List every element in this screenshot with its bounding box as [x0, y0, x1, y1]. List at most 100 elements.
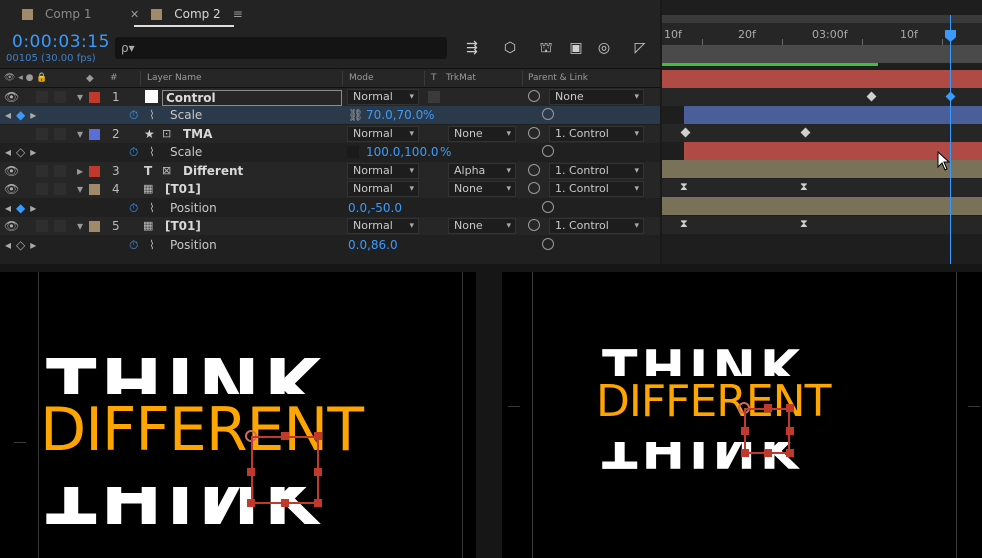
twirl-down-icon[interactable]: ▾ [77, 182, 83, 196]
layer-name-edit[interactable]: Control [162, 90, 342, 106]
stopwatch-icon[interactable]: ⏱ [129, 238, 138, 253]
parent-dropdown[interactable]: 1. Control ▾ [549, 218, 644, 234]
track-layer-4-position[interactable]: ⧗ ⧗ [662, 179, 982, 197]
blend-mode-dropdown[interactable]: Normal ▾ [347, 89, 419, 105]
parent-dropdown[interactable]: 1. Control ▾ [549, 163, 644, 179]
label-color-swatch[interactable] [89, 221, 100, 232]
motion-blur-icon[interactable]: ◎ [594, 38, 614, 58]
twirl-down-icon[interactable]: ▾ [77, 127, 83, 141]
blend-mode-dropdown[interactable]: Normal ▾ [347, 163, 419, 179]
pickwhip-icon[interactable] [528, 219, 540, 231]
keyframe-navigator[interactable]: ◂◇▸ [5, 238, 41, 252]
visibility-eye-icon[interactable]: 👁 [4, 164, 19, 178]
property-row-position[interactable]: ◂◇▸ ⏱ ⌇ Position 0.0,86.0 [0, 236, 660, 254]
pickwhip-icon[interactable] [528, 127, 540, 139]
property-row-scale[interactable]: ◂◆▸ ⏱ ⌇ Scale ⛓ 70.0,70.0 % [0, 106, 660, 124]
graph-icon[interactable]: ⌇ [149, 238, 155, 252]
parent-column[interactable]: Parent & Link [528, 73, 588, 83]
track-matte-dropdown[interactable]: None ▾ [448, 218, 516, 234]
graph-editor-icon[interactable]: ◸ [630, 38, 650, 58]
label-column-icon[interactable]: ◆ [86, 73, 94, 84]
visibility-eye-icon[interactable]: 👁 [4, 90, 19, 104]
preserve-transparency-toggle[interactable] [428, 91, 440, 103]
parent-dropdown[interactable]: None ▾ [549, 89, 644, 105]
layer-row-t01-b[interactable]: 👁 ▾ 5 ▦ [T01] Normal ▾ None ▾ 1. Control ▾ [0, 217, 660, 235]
keyframe[interactable] [866, 91, 877, 102]
transform-handle[interactable] [247, 468, 255, 476]
transform-handle[interactable] [314, 468, 322, 476]
label-color-swatch[interactable] [89, 166, 100, 177]
track-layer-5[interactable] [662, 197, 982, 215]
time-navigator[interactable] [662, 15, 982, 23]
lock-switch[interactable] [54, 165, 66, 177]
property-value[interactable]: 70.0,70.0 [366, 108, 423, 122]
transform-handle[interactable] [247, 499, 255, 507]
layer-name[interactable]: Different [183, 164, 243, 178]
twirl-right-icon[interactable]: ▸ [77, 164, 83, 178]
blend-mode-dropdown[interactable]: Normal ▾ [347, 126, 419, 142]
expression-pickwhip-icon[interactable] [542, 201, 554, 213]
keyframe[interactable]: ⧗ [800, 180, 808, 194]
solo-switch[interactable] [36, 91, 48, 103]
time-ruler[interactable]: 10f 20f 03:00f 10f [662, 23, 982, 45]
layer-row-t01-a[interactable]: 👁 ▾ 4 ▦ [T01] Normal ▾ None ▾ 1. Control ▾ [0, 180, 660, 198]
current-time-display[interactable]: 0:00:03:15 [12, 32, 110, 52]
solo-switch[interactable] [36, 183, 48, 195]
layer-duration-bar[interactable] [662, 160, 982, 178]
lock-switch[interactable] [54, 91, 66, 103]
keyframe[interactable]: ⧗ [680, 217, 688, 231]
track-matte-dropdown[interactable]: None ▾ [448, 181, 516, 197]
transform-handle[interactable] [764, 404, 772, 412]
frame-blending-icon[interactable]: ▣ [566, 38, 586, 58]
layer-row-tma[interactable]: ▾ 2 ★ ⊡ TMA Normal ▾ None ▾ 1. Control ▾ [0, 125, 660, 143]
composition-viewer-right[interactable]: THINK DIFFERENT THINK [502, 272, 982, 558]
transform-handle[interactable] [741, 449, 749, 457]
track-layer-3[interactable] [662, 142, 982, 160]
track-layer-2[interactable] [662, 106, 982, 124]
track-layer-2-scale[interactable] [662, 124, 982, 142]
visibility-eye-icon[interactable]: 👁 [4, 219, 19, 233]
graph-icon[interactable]: ⌇ [149, 145, 155, 159]
transform-handle[interactable] [786, 449, 794, 457]
keyframe[interactable] [800, 127, 811, 138]
solo-switch[interactable] [36, 220, 48, 232]
solo-switch[interactable] [36, 128, 48, 140]
transform-handle[interactable] [786, 404, 794, 412]
track-matte-dropdown[interactable]: None ▾ [448, 126, 516, 142]
label-color-swatch[interactable] [89, 92, 100, 103]
keyframe-navigator[interactable]: ◂◆▸ [5, 108, 41, 122]
keyframe[interactable]: ⧗ [800, 217, 808, 231]
layer-duration-bar[interactable] [662, 197, 982, 215]
hamburger-menu-icon[interactable]: ≡ [233, 7, 243, 21]
playhead-line[interactable] [950, 15, 951, 264]
close-icon[interactable]: ✕ [130, 8, 139, 21]
property-row-position[interactable]: ◂◆▸ ⏱ ⌇ Position 0.0,-50.0 [0, 199, 660, 217]
layer-name[interactable]: TMA [183, 127, 212, 141]
property-row-scale[interactable]: ◂◇▸ ⏱ ⌇ Scale 100.0,100.0 % [0, 143, 660, 161]
pickwhip-icon[interactable] [528, 164, 540, 176]
stopwatch-icon[interactable]: ⏱ [129, 108, 138, 123]
label-color-swatch[interactable] [89, 129, 100, 140]
composition-viewer-left[interactable]: THINK DIFFERENT THINK [0, 272, 476, 558]
timeline-panel[interactable]: 10f 20f 03:00f 10f ⧗ ⧗ ⧗ ⧗ [662, 0, 982, 264]
layer-name-column[interactable]: Layer Name [147, 73, 202, 83]
transform-handle[interactable] [314, 432, 322, 440]
track-layer-4[interactable] [662, 160, 982, 178]
property-value[interactable]: 0.0,86.0 [348, 238, 398, 252]
t-column[interactable]: T [431, 73, 437, 83]
parent-dropdown[interactable]: 1. Control ▾ [549, 126, 644, 142]
lock-switch[interactable] [54, 128, 66, 140]
layer-row-control[interactable]: 👁 ▾ 1 Control Normal ▾ None ▾ [0, 88, 660, 106]
layer-name[interactable]: [T01] [165, 182, 201, 196]
transform-handle[interactable] [764, 449, 772, 457]
layer-row-different[interactable]: 👁 ▸ 3 T ⊠ Different Normal ▾ Alpha ▾ 1. Co… [0, 162, 660, 180]
solo-switch[interactable] [36, 165, 48, 177]
transform-handle[interactable] [786, 427, 794, 435]
keyframe[interactable]: ⧗ [680, 180, 688, 194]
layer-duration-bar[interactable] [684, 106, 982, 124]
visibility-switch[interactable] [4, 128, 16, 140]
keyframe-navigator[interactable]: ◂◇▸ [5, 145, 41, 159]
transform-handle[interactable] [741, 427, 749, 435]
layer-name[interactable]: [T01] [165, 219, 201, 233]
comp-mini-flowchart-icon[interactable]: ⇶ [462, 38, 482, 58]
